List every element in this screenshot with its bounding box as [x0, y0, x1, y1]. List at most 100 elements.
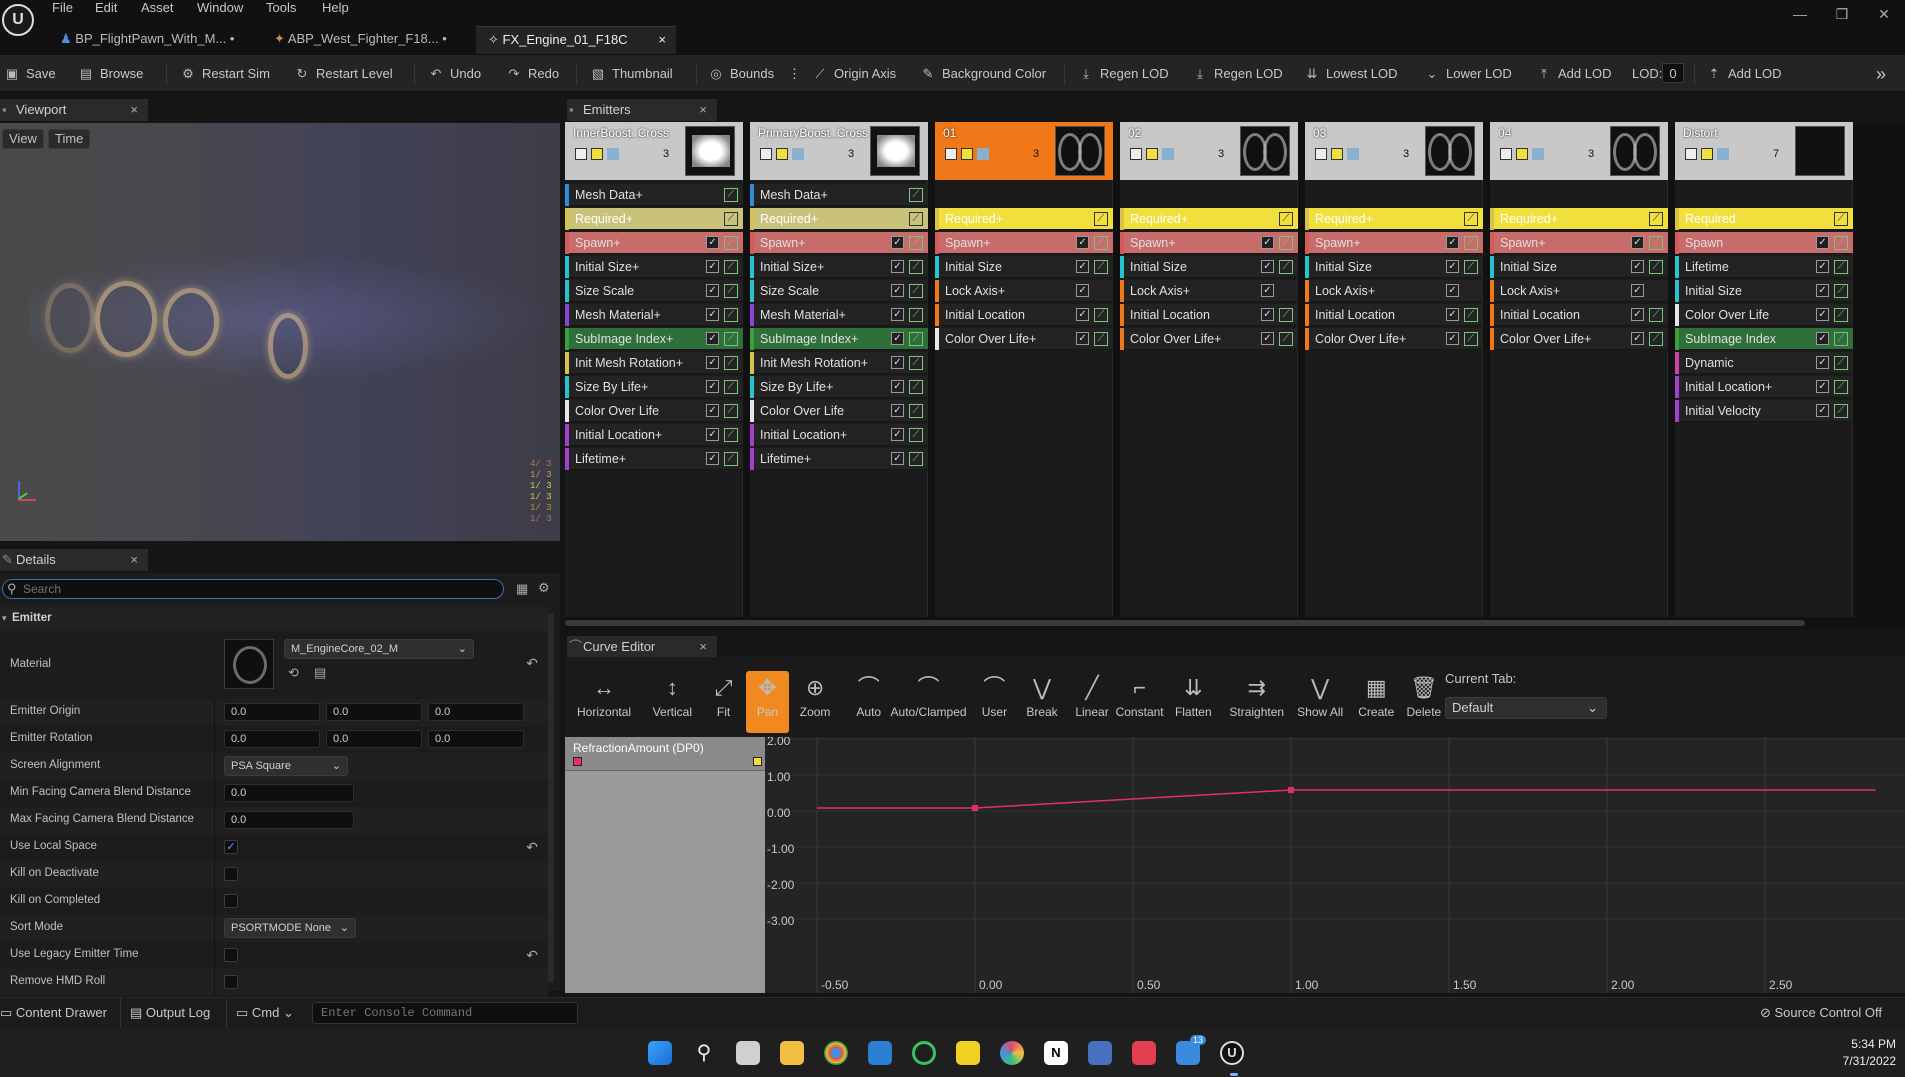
emitter-module[interactable]: Color Over Life+ ✓ ⟋ [1120, 328, 1298, 350]
emitter-module[interactable]: Initial Size+ ✓ ⟋ [565, 256, 743, 278]
curve-fit-button[interactable]: ⤢ Fit [709, 671, 738, 733]
curve-keyframe[interactable] [972, 805, 978, 811]
curve-toggle-icon[interactable]: ⟋ [724, 212, 738, 226]
origin-axis-button[interactable]: ⟋ Origin Axis [812, 64, 896, 84]
module-enable-checkbox[interactable]: ✓ [1816, 284, 1829, 297]
viewport[interactable]: View Time 4/ 3 1/ 3 1/ 3 1/ 3 1/ 3 1/ 3 [0, 123, 560, 541]
module-enable-checkbox[interactable]: ✓ [1631, 332, 1644, 345]
emitter-toggle-icons[interactable] [945, 148, 989, 163]
module-enable-checkbox[interactable]: ✓ [706, 452, 719, 465]
add-lod-button[interactable]: ⤒ Add LOD [1536, 64, 1611, 84]
close-window-icon[interactable]: ✕ [1864, 0, 1904, 28]
detail-checkbox[interactable] [224, 975, 238, 989]
emitter-module[interactable]: Mesh Material+ ✓ ⟋ [565, 304, 743, 326]
background-color-button[interactable]: ✎ Background Color [920, 64, 1047, 84]
emitter-module[interactable]: Initial Location+ ✓ ⟋ [1675, 376, 1853, 398]
emitter-module[interactable]: Required ⟋ [1675, 208, 1853, 230]
reset-to-default-icon[interactable]: ↶ [526, 655, 538, 672]
module-enable-checkbox[interactable]: ✓ [1261, 236, 1274, 249]
module-enable-checkbox[interactable]: ✓ [891, 428, 904, 441]
curve-toggle-icon[interactable]: ⟋ [724, 188, 738, 202]
emitter-module[interactable]: Init Mesh Rotation+ ✓ ⟋ [750, 352, 928, 374]
vector-component-input[interactable]: 0.0 [224, 730, 320, 748]
emitter-module[interactable]: Initial Location ✓ ⟋ [1120, 304, 1298, 326]
menu-window[interactable]: Window [197, 0, 243, 16]
emitter-module[interactable]: Lock Axis+ ✓ [1305, 280, 1483, 302]
module-enable-checkbox[interactable]: ✓ [1261, 284, 1274, 297]
curve-graph[interactable]: -0.50 0.00 0.50 1.00 1.50 2.00 2.50 2.00 1.00 0.0… [765, 737, 1905, 993]
unreal-logo-icon[interactable]: U [2, 4, 34, 36]
curve-toggle-icon[interactable]: ⟋ [1834, 332, 1848, 346]
module-enable-checkbox[interactable]: ✓ [706, 356, 719, 369]
module-enable-checkbox[interactable]: ✓ [1816, 308, 1829, 321]
outlook-icon[interactable]: 13 [1176, 1035, 1206, 1065]
vector-component-input[interactable]: 0.0 [428, 703, 524, 721]
module-enable-checkbox[interactable]: ✓ [1631, 260, 1644, 273]
module-enable-checkbox[interactable]: ✓ [706, 404, 719, 417]
material-thumbnail[interactable] [224, 639, 274, 689]
emitter-module[interactable]: Required+ ⟋ [935, 208, 1113, 230]
emitter-module[interactable]: Spawn+ ✓ ⟋ [1305, 232, 1483, 254]
restart-sim-button[interactable]: ⚙ Restart Sim [180, 64, 270, 84]
module-enable-checkbox[interactable]: ✓ [891, 284, 904, 297]
console-command-input[interactable] [312, 1002, 578, 1024]
emitter-module[interactable]: Required+ ⟋ [1120, 208, 1298, 230]
curve-vertical-button[interactable]: ↕ Vertical [643, 671, 702, 733]
git-kraken-icon[interactable] [1132, 1041, 1156, 1065]
curve-toggle-icon[interactable]: ⟋ [724, 380, 738, 394]
emitter-module[interactable]: Lifetime+ ✓ ⟋ [750, 448, 928, 470]
curve-toggle-icon[interactable]: ⟋ [909, 284, 923, 298]
curve-toggle-icon[interactable]: ⟋ [724, 260, 738, 274]
emitter-module[interactable]: Initial Size ✓ ⟋ [1120, 256, 1298, 278]
curve-toggle-icon[interactable]: ⟋ [1464, 236, 1478, 250]
emitter-module[interactable]: Initial Location ✓ ⟋ [935, 304, 1113, 326]
module-enable-checkbox[interactable]: ✓ [1446, 332, 1459, 345]
curve-visibility-toggle[interactable] [573, 757, 582, 766]
curve-toggle-icon[interactable]: ⟋ [724, 356, 738, 370]
curve-toggle-icon[interactable]: ⟋ [909, 260, 923, 274]
bounds-button[interactable]: ◎ Bounds [708, 64, 774, 84]
clock-time[interactable]: 5:34 PM [1836, 1037, 1896, 1051]
emitter-column[interactable]: 04 3 Required+ ⟋ Spawn+ ✓ ⟋ Initial Size ✓ ⟋ Lock … [1490, 122, 1668, 617]
curve-toggle-icon[interactable]: ⟋ [909, 452, 923, 466]
menu-file[interactable]: File [52, 0, 73, 16]
module-enable-checkbox[interactable]: ✓ [1446, 284, 1459, 297]
emitter-module[interactable]: Color Over Life+ ✓ ⟋ [935, 328, 1113, 350]
emitter-toggle-icons[interactable] [1315, 148, 1359, 163]
curve-delete-button[interactable]: 🗑 Delete [1399, 671, 1448, 733]
module-enable-checkbox[interactable]: ✓ [706, 260, 719, 273]
emitter-module[interactable]: Lock Axis+ ✓ [1490, 280, 1668, 302]
curve-toggle-icon[interactable]: ⟋ [1094, 236, 1108, 250]
emitter-header[interactable]: 02 3 [1120, 122, 1298, 180]
redo-button[interactable]: ↷ Redo [506, 64, 560, 84]
module-enable-checkbox[interactable]: ✓ [891, 260, 904, 273]
emitter-module[interactable]: Init Mesh Rotation+ ✓ ⟋ [565, 352, 743, 374]
details-scrollbar[interactable] [548, 613, 554, 983]
curve-show-all-button[interactable]: ⋁ Show All [1292, 671, 1348, 733]
regen-lod-button[interactable]: ⤓ Regen LOD [1078, 64, 1169, 84]
curve-auto-button[interactable]: ⌒ Auto [848, 671, 889, 733]
toolbar-overflow-icon[interactable]: » [1876, 64, 1886, 84]
curve-user-button[interactable]: ⌒ User [972, 671, 1016, 733]
emitter-toggle-icons[interactable] [575, 148, 619, 163]
emitter-module[interactable]: Size By Life+ ✓ ⟋ [750, 376, 928, 398]
detail-combo[interactable]: PSORTMODE None ⌄ [224, 918, 356, 938]
module-enable-checkbox[interactable]: ✓ [1816, 260, 1829, 273]
vector-component-input[interactable]: 0.0 [428, 730, 524, 748]
vector-component-input[interactable]: 0.0 [224, 703, 320, 721]
emitter-module[interactable]: Required+ ⟋ [750, 208, 928, 230]
search-icon[interactable]: ⚲ [692, 1041, 716, 1065]
curve-toggle-icon[interactable]: ⟋ [909, 404, 923, 418]
module-enable-checkbox[interactable]: ✓ [706, 308, 719, 321]
curve-horizontal-button[interactable]: ↔ Horizontal [572, 671, 635, 733]
emitter-module[interactable]: Initial Size ✓ ⟋ [1675, 280, 1853, 302]
curve-flatten-button[interactable]: ⇊ Flatten [1168, 671, 1219, 733]
detail-combo[interactable]: PSA Square ⌄ [224, 756, 348, 776]
emitter-module[interactable]: Initial Location+ ✓ ⟋ [750, 424, 928, 446]
curve-toggle-icon[interactable]: ⟋ [1094, 308, 1108, 322]
emitter-module[interactable]: Spawn ✓ ⟋ [1675, 232, 1853, 254]
emitter-module[interactable]: Color Over Life+ ✓ ⟋ [1490, 328, 1668, 350]
curve-zoom-button[interactable]: ⊕ Zoom [792, 671, 838, 733]
emitter-module[interactable]: Size Scale ✓ ⟋ [565, 280, 743, 302]
menu-help[interactable]: Help [322, 0, 349, 16]
